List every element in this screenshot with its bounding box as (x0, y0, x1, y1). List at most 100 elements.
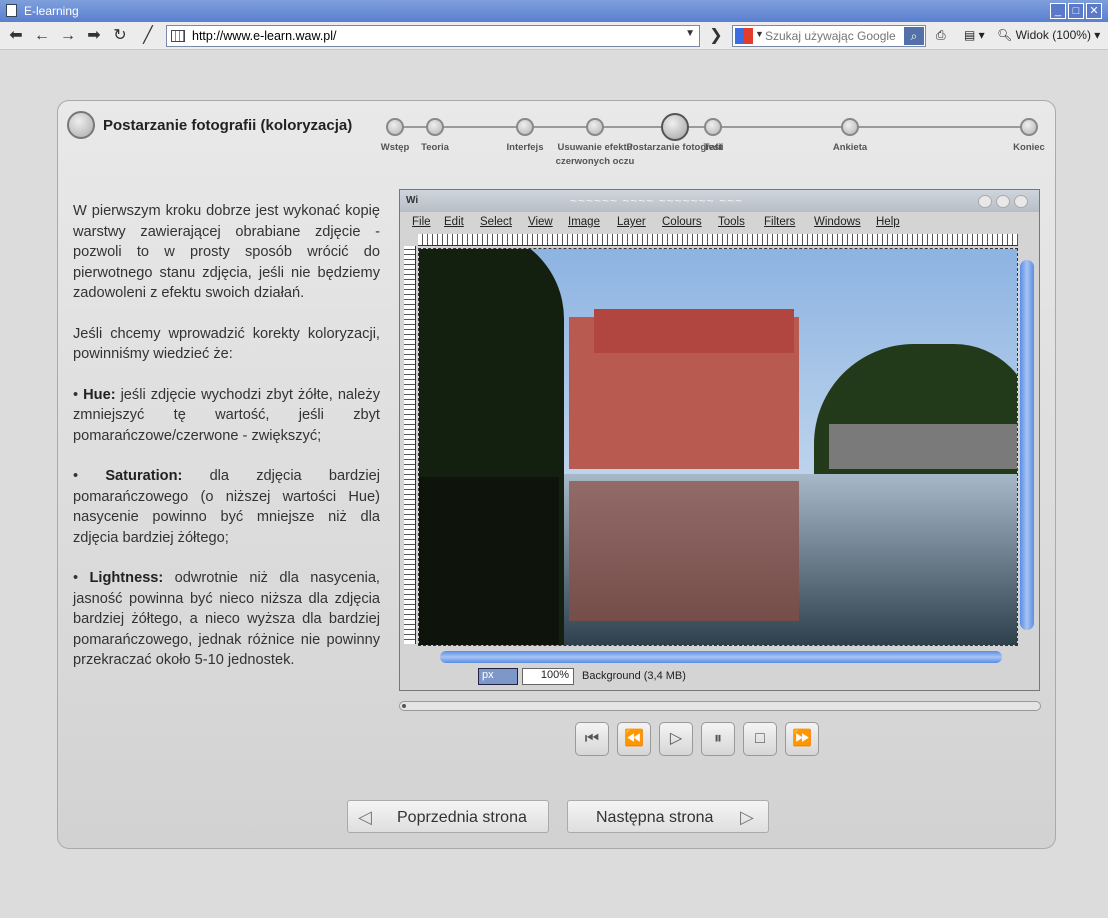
gimp-vertical-scrollbar (1020, 260, 1034, 630)
pause-button[interactable]: ⏸ (701, 722, 735, 756)
gimp-titlebar: Wi ~~~~~~ ~~~~ ~~~~~~~ ~~~ (400, 190, 1039, 212)
previous-arrow-icon: ◁ (358, 807, 372, 827)
gimp-menu-item: Help (876, 216, 900, 228)
gimp-menu-item: File (412, 216, 431, 228)
gimp-window-title: ~~~~~~ ~~~~ ~~~~~~~ ~~~ (570, 194, 744, 208)
gimp-zoom-field: 100% (522, 668, 574, 685)
address-url[interactable]: http://www.e-learn.waw.pl/ (192, 29, 337, 43)
stop-button[interactable]: □ (743, 722, 777, 756)
photo-trees-reflection (419, 477, 559, 645)
term-label: Lightness: (89, 570, 164, 586)
playback-progress-bar[interactable] (399, 701, 1041, 711)
close-button[interactable]: ✕ (1086, 3, 1102, 19)
gimp-menu-item: Layer (617, 216, 646, 228)
lesson-paragraph: Jeśli chcemy wprowadzić korekty koloryza… (73, 324, 380, 365)
zoom-view-label: Widok (100%) (1015, 28, 1091, 42)
gimp-menu-item: Filters (764, 216, 796, 228)
forward-icon[interactable]: ➡ (84, 26, 104, 46)
step-dot-icon[interactable] (841, 118, 859, 136)
minimize-button[interactable]: _ (1050, 3, 1066, 19)
gimp-horizontal-ruler (418, 234, 1018, 246)
next-page-label: Następna strona (596, 809, 714, 826)
window-titlebar: E-learning _ □ ✕ (0, 0, 1108, 22)
gimp-unit-select: px (478, 668, 518, 685)
step-label[interactable]: Ankieta (790, 141, 910, 155)
gimp-menu-item: Tools (718, 216, 745, 228)
gimp-menu-item: Windows (814, 216, 861, 228)
fast-forward-button[interactable]: ⏩ (785, 722, 819, 756)
forward-arrow-icon[interactable]: → (58, 26, 78, 46)
paragraph-text: Jeśli chcemy wprowadzić korekty koloryza… (73, 325, 380, 363)
gimp-logo: Wi (406, 195, 419, 206)
gimp-menu-item: Image (568, 216, 600, 228)
search-input[interactable] (765, 28, 903, 44)
lesson-paragraph: • Saturation: dla zdjęcia bardziej pomar… (73, 466, 380, 548)
gimp-menu-item: Edit (444, 216, 464, 228)
lesson-title: Postarzanie fotografii (koloryzacja) (103, 117, 353, 134)
skip-to-start-button[interactable]: ⏮ (575, 722, 609, 756)
gimp-minimize-icon (978, 195, 992, 208)
gimp-screenshot: Wi ~~~~~~ ~~~~ ~~~~~~~ ~~~ File Edit Selec… (399, 189, 1040, 691)
gimp-layer-info: Background (3,4 MB) (582, 670, 686, 682)
document-icon (6, 4, 17, 17)
back-icon[interactable]: ⬅ (6, 26, 26, 46)
step-label[interactable]: Koniec (969, 141, 1089, 155)
search-icon[interactable]: ⌕ (904, 27, 924, 45)
window-title: E-learning (24, 4, 79, 18)
bullet-icon: • (73, 386, 84, 403)
previous-page-button[interactable]: ◁ Poprzednia strona (347, 800, 549, 833)
bullet-icon: • (73, 570, 90, 586)
step-dot-icon[interactable] (704, 118, 722, 136)
lesson-panel: Postarzanie fotografii (koloryzacja) Wst… (57, 100, 1056, 849)
magnifier-icon: 🔍︎ (997, 28, 1013, 42)
zoom-view-button[interactable]: 🔍︎ Widok (100%) ▾ (997, 28, 1100, 42)
address-bar[interactable]: http://www.e-learn.waw.pl/ ▼ (166, 25, 700, 47)
step-dot-icon[interactable] (661, 113, 689, 141)
search-engine-dropdown-icon[interactable]: ▼ (755, 29, 764, 39)
step-dot-icon[interactable] (516, 118, 534, 136)
gimp-menu-item: View (528, 216, 553, 228)
address-dropdown-icon[interactable]: ▼ (685, 28, 695, 39)
step-dot-icon[interactable] (1020, 118, 1038, 136)
step-label[interactable]: Test (653, 141, 773, 155)
reload-icon[interactable]: ↻ (110, 26, 130, 46)
term-label: Hue: (83, 386, 116, 403)
lesson-paragraph: • Lightness: odwrotnie niż dla nasycenia… (73, 568, 380, 671)
page-menu-icon[interactable]: ▤ ▾ (964, 28, 985, 42)
photo-bridge (829, 424, 1017, 469)
paragraph-text: jeśli zdjęcie wychodzi zbyt żółte, należ… (73, 386, 381, 444)
term-label: Saturation: (105, 468, 183, 484)
play-button[interactable]: ▷ (659, 722, 693, 756)
page-grid-icon (171, 30, 185, 42)
go-icon[interactable]: ❯ (706, 26, 726, 46)
gimp-vertical-ruler (404, 246, 416, 644)
browser-toolbar: ⬅ ← → ➡ ↻ ╱ http://www.e-learn.waw.pl/ ▼… (0, 22, 1108, 50)
gimp-close-icon (1014, 195, 1028, 208)
lesson-paragraph: • Hue: jeśli zdjęcie wychodzi zbyt żółte… (73, 385, 380, 447)
rewind-button[interactable]: ⏪ (617, 722, 651, 756)
lesson-status-icon (67, 111, 95, 139)
next-page-button[interactable]: Następna strona ▷ (567, 800, 769, 833)
bullet-icon: • (73, 468, 106, 484)
search-box[interactable]: ▼ ⌕ (732, 25, 926, 47)
step-dot-icon[interactable] (386, 118, 404, 136)
gimp-menu-item: Colours (662, 216, 702, 228)
printer-icon[interactable]: ⎙ (936, 28, 946, 43)
photo-castle-roof (594, 309, 794, 353)
next-arrow-icon: ▷ (740, 807, 754, 827)
progress-knob[interactable] (402, 704, 406, 708)
castle-photo (418, 248, 1018, 646)
gimp-menu-item: Select (480, 216, 512, 228)
previous-page-label: Poprzednia strona (397, 809, 527, 826)
step-dot-icon[interactable] (426, 118, 444, 136)
google-logo-icon[interactable] (735, 28, 753, 44)
gimp-horizontal-scrollbar (440, 651, 1002, 663)
photo-castle-reflection (569, 481, 799, 621)
back-arrow-icon[interactable]: ← (32, 26, 52, 46)
step-dot-icon[interactable] (586, 118, 604, 136)
gimp-menubar: File Edit Select View Image Layer Colours Tools… (400, 214, 1039, 232)
lesson-text: W pierwszym kroku dobrze jest wykonać ko… (73, 201, 380, 691)
lesson-paragraph: W pierwszym kroku dobrze jest wykonać ko… (73, 201, 380, 304)
edit-pen-icon[interactable]: ╱ (138, 26, 158, 46)
maximize-button[interactable]: □ (1068, 3, 1084, 19)
